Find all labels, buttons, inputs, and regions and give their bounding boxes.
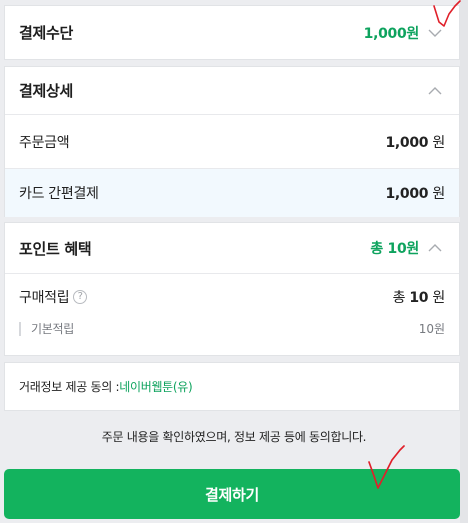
card-payment-row: 카드 간편결제 1,000 원: [5, 169, 459, 217]
payment-method-amount: 1,000원: [363, 25, 420, 42]
agreement-text: 주문 내용을 확인하였으며, 정보 제공 등에 동의합니다.: [101, 430, 367, 444]
point-benefit-header[interactable]: 포인트 혜택 총 10원: [5, 223, 459, 273]
chevron-down-icon[interactable]: [425, 23, 445, 43]
chevron-up-icon[interactable]: [425, 81, 445, 101]
payment-method-section[interactable]: 결제수단 1,000원: [4, 5, 460, 60]
purchase-point-row: 구매적립 ? 총 10 원: [5, 274, 459, 320]
consent-prefix: 거래정보 제공 동의 :: [19, 380, 120, 394]
order-amount-value: 1,000 원: [385, 134, 445, 151]
purchase-point-label: 구매적립: [19, 290, 70, 306]
payment-detail-title: 결제상세: [19, 82, 74, 100]
order-amount-label: 주문금액: [19, 134, 70, 151]
basic-point-label: 기본적립: [31, 322, 74, 336]
consent-provider-link[interactable]: 네이버웹툰(유): [119, 378, 193, 395]
point-benefit-section: 포인트 혜택 총 10원 구매적립 ? 총 10 원 기본적립 10원: [4, 222, 460, 356]
chevron-up-icon[interactable]: [425, 238, 445, 258]
point-benefit-total: 총 10원: [370, 241, 419, 257]
payment-detail-header[interactable]: 결제상세: [5, 67, 459, 114]
info-icon[interactable]: ?: [73, 290, 88, 304]
order-amount-row: 주문금액 1,000 원: [5, 115, 459, 168]
payment-method-title: 결제수단: [19, 24, 74, 42]
card-payment-value: 1,000 원: [385, 186, 445, 202]
purchase-point-value: 총 10 원: [392, 290, 446, 306]
payment-detail-section: 결제상세 주문금액 1,000 원 카드 간편결제 1,000 원: [4, 66, 460, 217]
pay-button[interactable]: 결제하기: [4, 469, 460, 519]
point-benefit-title: 포인트 혜택: [19, 239, 92, 258]
card-payment-label: 카드 간편결제: [19, 186, 99, 202]
consent-section: 거래정보 제공 동의 : 네이버웹툰(유): [4, 362, 460, 411]
basic-point-value: 10원: [418, 322, 445, 336]
basic-point-row: 기본적립 10원: [5, 320, 459, 346]
indent-bar: [19, 321, 21, 336]
